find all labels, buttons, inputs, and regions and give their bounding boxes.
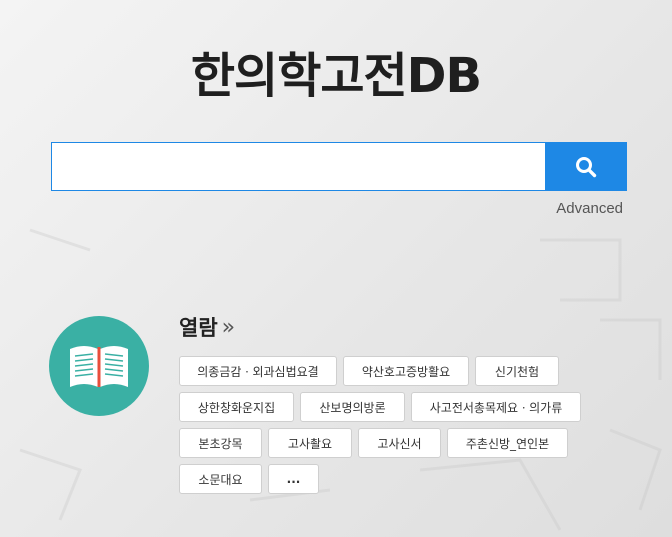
tag-button[interactable]: 약산호고증방활요 (343, 356, 469, 386)
browse-heading[interactable]: 열람 » (179, 312, 235, 342)
site-title: 한의학고전DB (190, 48, 482, 104)
advanced-search-link[interactable]: Advanced (556, 200, 623, 217)
tag-button[interactable]: 상한창화운지집 (179, 392, 294, 422)
double-chevron-right-icon: » (221, 314, 236, 340)
tag-button[interactable]: 신기천험 (475, 356, 559, 386)
more-tags-button[interactable]: ... (268, 464, 319, 494)
browse-tag-list: 의종금감ㆍ외과심법요결 약산호고증방활요 신기천험 상한창화운지집 산보명의방론… (179, 356, 599, 500)
tag-button[interactable]: 본초강목 (179, 428, 262, 458)
tag-row: 의종금감ㆍ외과심법요결 약산호고증방활요 신기천험 (179, 356, 599, 386)
search-box (51, 142, 627, 191)
tag-button[interactable]: 고사촬요 (268, 428, 352, 458)
open-book-icon (70, 346, 128, 387)
browse-book-badge[interactable] (49, 316, 149, 416)
search-icon (576, 156, 597, 177)
search-button[interactable] (545, 142, 627, 191)
tag-row: 상한창화운지집 산보명의방론 사고전서총목제요ㆍ의가류 (179, 392, 599, 422)
tag-button[interactable]: 고사신서 (358, 428, 441, 458)
tag-button[interactable]: 주촌신방_연인본 (447, 428, 568, 458)
search-input[interactable] (51, 142, 545, 191)
tag-button[interactable]: 산보명의방론 (300, 392, 405, 422)
tag-row: 본초강목 고사촬요 고사신서 주촌신방_연인본 (179, 428, 599, 458)
tag-row: 소문대요 ... (179, 464, 599, 494)
tag-button[interactable]: 의종금감ㆍ외과심법요결 (179, 356, 337, 386)
tag-button[interactable]: 소문대요 (179, 464, 262, 494)
tag-button[interactable]: 사고전서총목제요ㆍ의가류 (411, 392, 581, 422)
browse-heading-label: 열람 (179, 316, 218, 340)
